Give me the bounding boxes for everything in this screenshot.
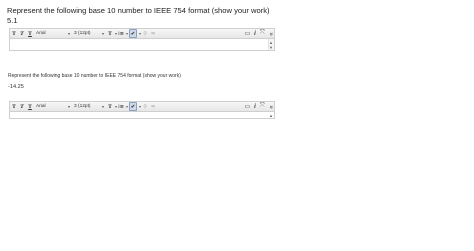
check-button[interactable]: ✔ bbox=[129, 102, 138, 111]
chevron-down-icon: ▾ bbox=[67, 104, 70, 109]
chevron-down-icon: ▾ bbox=[101, 31, 104, 36]
link-icon[interactable]: ⚲ bbox=[142, 30, 148, 37]
chevron-down-icon[interactable]: ▾ bbox=[126, 31, 128, 36]
underline-button[interactable]: T bbox=[27, 30, 33, 37]
chevron-down-icon[interactable]: ▾ bbox=[139, 31, 141, 36]
scroll-down-icon[interactable]: ▼ bbox=[269, 45, 273, 50]
underline-button[interactable]: T bbox=[27, 103, 33, 110]
expand-icon[interactable]: ⤧ bbox=[260, 103, 265, 110]
chevron-down-icon: ▾ bbox=[101, 104, 104, 109]
question-2-prompt: Represent the following base 10 number t… bbox=[8, 73, 181, 79]
chevron-down-icon[interactable]: ▾ bbox=[115, 31, 117, 36]
font-family-value: Arial bbox=[36, 31, 46, 36]
collapse-icon[interactable]: » bbox=[267, 105, 273, 108]
chevron-down-icon[interactable]: ▾ bbox=[126, 104, 128, 109]
collapse-icon[interactable]: » bbox=[267, 32, 273, 35]
info-icon[interactable]: i bbox=[254, 31, 256, 37]
unlink-icon[interactable]: ⚮ bbox=[150, 103, 156, 110]
list-button[interactable]: ⁝≡ bbox=[118, 30, 124, 37]
question-2-value: -14.25 bbox=[8, 84, 24, 90]
font-size-select[interactable]: 3 (12pt) ▾ bbox=[74, 31, 104, 37]
chevron-down-icon[interactable]: ▾ bbox=[115, 104, 117, 109]
text-color-button[interactable]: T bbox=[107, 30, 113, 37]
font-size-value: 3 (12pt) bbox=[74, 104, 91, 109]
spellcheck-icon[interactable]: ▭ bbox=[245, 103, 251, 110]
font-family-value: Arial bbox=[36, 104, 46, 109]
spellcheck-icon[interactable]: ▭ bbox=[245, 30, 251, 37]
list-button[interactable]: ⁝≡ bbox=[118, 103, 124, 110]
font-family-select[interactable]: Arial ▾ bbox=[36, 104, 70, 110]
italic-button[interactable]: T bbox=[19, 103, 25, 110]
answer-editor-1[interactable]: ▲ ▼ bbox=[9, 39, 275, 51]
scroll-up-icon[interactable]: ▲ bbox=[269, 113, 273, 118]
bold-button[interactable]: T bbox=[11, 30, 17, 37]
bold-button[interactable]: T bbox=[11, 103, 17, 110]
unlink-icon[interactable]: ⚮ bbox=[150, 30, 156, 37]
editor-toolbar-1: T T T Arial ▾ 3 (12pt) ▾ T ▾ ⁝≡ ▾ ✔ ▾ ⚲ … bbox=[9, 28, 275, 39]
chevron-down-icon: ▾ bbox=[67, 31, 70, 36]
chevron-down-icon[interactable]: ▾ bbox=[139, 104, 141, 109]
question-1-prompt: Represent the following base 10 number t… bbox=[7, 6, 270, 15]
info-icon[interactable]: i bbox=[254, 104, 256, 110]
question-1-value: 5.1 bbox=[7, 16, 18, 25]
link-icon[interactable]: ⚲ bbox=[142, 103, 148, 110]
font-size-select[interactable]: 3 (12pt) ▾ bbox=[74, 104, 104, 110]
answer-editor-2[interactable]: ▲ bbox=[9, 112, 275, 119]
check-button[interactable]: ✔ bbox=[129, 29, 138, 38]
font-family-select[interactable]: Arial ▾ bbox=[36, 31, 70, 37]
font-size-value: 3 (12pt) bbox=[74, 31, 91, 36]
expand-icon[interactable]: ⤧ bbox=[260, 30, 265, 37]
italic-button[interactable]: T bbox=[19, 30, 25, 37]
text-color-button[interactable]: T bbox=[107, 103, 113, 110]
editor-toolbar-2: T T T Arial ▾ 3 (12pt) ▾ T ▾ ⁝≡ ▾ ✔ ▾ ⚲ … bbox=[9, 101, 275, 112]
